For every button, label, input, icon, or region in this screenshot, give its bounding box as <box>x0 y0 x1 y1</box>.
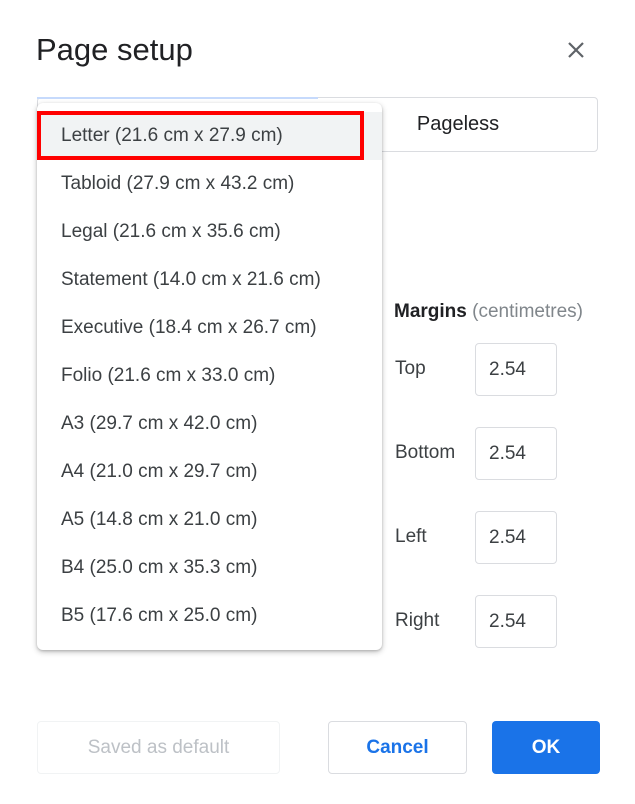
close-icon[interactable] <box>562 36 590 64</box>
margin-left-input[interactable] <box>475 511 557 564</box>
margin-bottom-input[interactable] <box>475 427 557 480</box>
paper-size-option[interactable]: A5 (14.8 cm x 21.0 cm) <box>37 496 382 544</box>
ok-button[interactable]: OK <box>492 721 600 774</box>
margins-label: Margins <box>394 301 467 322</box>
paper-size-option[interactable]: Statement (14.0 cm x 21.6 cm) <box>37 256 382 304</box>
margins-unit: (centimetres) <box>472 301 583 322</box>
saved-as-default-button[interactable]: Saved as default <box>37 721 280 774</box>
paper-size-option[interactable]: B4 (25.0 cm x 35.3 cm) <box>37 544 382 592</box>
paper-size-option[interactable]: Executive (18.4 cm x 26.7 cm) <box>37 304 382 352</box>
margin-bottom-label: Bottom <box>395 442 456 463</box>
margin-right-input[interactable] <box>475 595 557 648</box>
paper-size-option[interactable]: Legal (21.6 cm x 35.6 cm) <box>37 208 382 256</box>
highlight-box <box>37 111 364 160</box>
paper-size-option[interactable]: B5 (17.6 cm x 25.0 cm) <box>37 592 382 640</box>
paper-size-dropdown: Letter (21.6 cm x 27.9 cm) Tabloid (27.9 … <box>37 103 382 650</box>
cancel-button[interactable]: Cancel <box>328 721 467 774</box>
margin-top-input[interactable] <box>475 343 557 396</box>
margin-top-label: Top <box>395 358 426 379</box>
paper-size-option[interactable]: A4 (21.0 cm x 29.7 cm) <box>37 448 382 496</box>
margins-heading: Margins (centimetres) <box>394 301 583 323</box>
margin-right-label: Right <box>395 610 440 631</box>
paper-size-option[interactable]: A3 (29.7 cm x 42.0 cm) <box>37 400 382 448</box>
margin-left-label: Left <box>395 526 427 547</box>
paper-size-option[interactable]: Folio (21.6 cm x 33.0 cm) <box>37 352 382 400</box>
dialog-title: Page setup <box>36 32 193 67</box>
paper-size-option[interactable]: Tabloid (27.9 cm x 43.2 cm) <box>37 160 382 208</box>
